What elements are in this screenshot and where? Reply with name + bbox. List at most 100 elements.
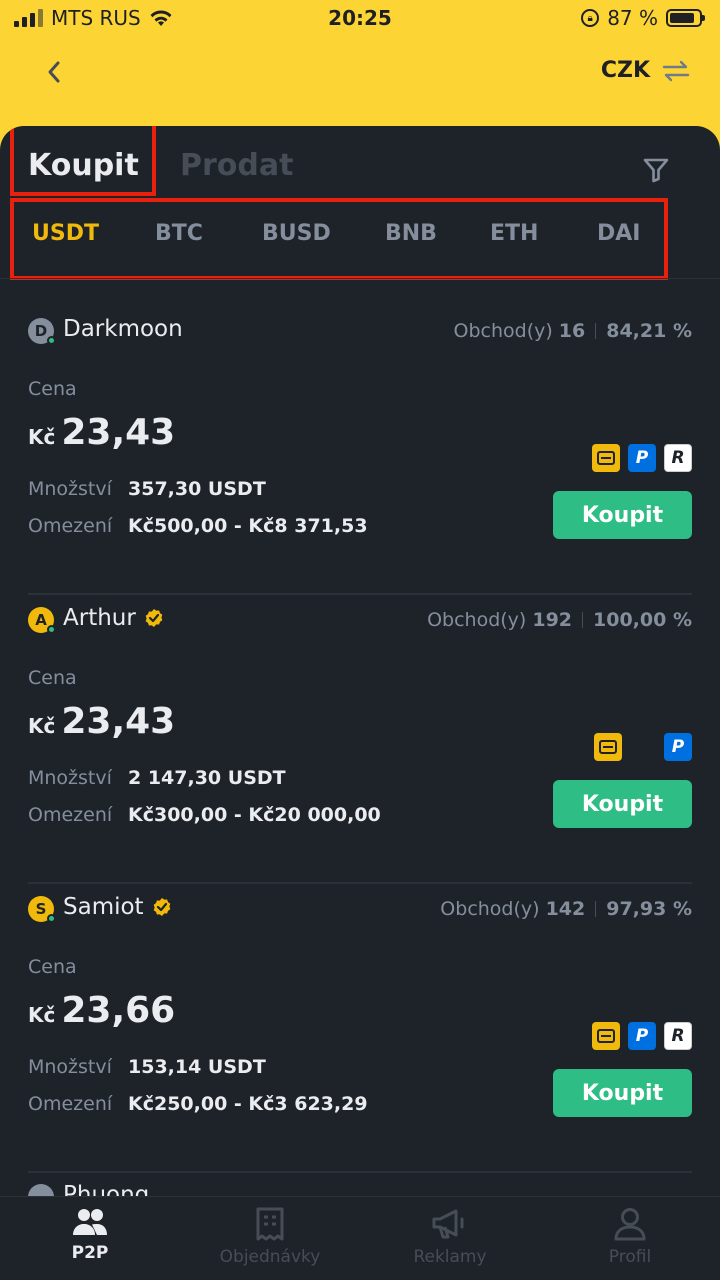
payment-methods: P <box>594 733 692 761</box>
avatar-initial: A <box>35 611 47 629</box>
revolut-icon: R <box>664 1022 692 1050</box>
buy-button[interactable]: Koupit <box>553 491 692 539</box>
nav-ads[interactable]: Reklamy <box>360 1207 540 1267</box>
limit-value: Kč250,00 - Kč3 623,29 <box>128 1093 368 1115</box>
amount-value: 153,14 USDT <box>128 1056 266 1078</box>
avatar[interactable]: A <box>28 607 56 634</box>
coin-tab-usdt[interactable]: USDT <box>32 221 99 246</box>
advertiser-stats: Obchod(y) 16 84,21 % <box>454 320 692 342</box>
amount-label: Množství <box>28 1056 112 1078</box>
bank-card-icon <box>592 444 620 472</box>
trades-count: 16 <box>558 320 586 342</box>
coin-tab-bnb[interactable]: BNB <box>385 221 437 246</box>
status-right: 🔒︎ 87 % <box>581 6 705 30</box>
advertiser-name[interactable]: Arthur <box>63 605 164 631</box>
battery-icon <box>666 9 705 27</box>
limit-value: Kč300,00 - Kč20 000,00 <box>128 804 381 826</box>
amount-row: Množství 153,14 USDT <box>28 1056 266 1078</box>
limit-label: Omezení <box>28 804 113 826</box>
chevron-left-icon <box>48 61 60 83</box>
currency-label: CZK <box>600 58 650 83</box>
trades-count: 192 <box>532 609 573 631</box>
ad-card: A Arthur Obchod(y) 192 100,00 % Cena Kč 2… <box>28 595 692 884</box>
filter-button[interactable] <box>642 156 670 188</box>
orders-icon <box>256 1207 284 1241</box>
avatar[interactable]: S <box>28 896 56 923</box>
nav-profile[interactable]: Profil <box>540 1207 720 1267</box>
amount-value: 2 147,30 USDT <box>128 767 286 789</box>
avatar-initial: S <box>35 900 47 918</box>
price-value: 23,43 <box>61 701 176 742</box>
verified-badge-icon <box>153 898 170 916</box>
amount-label: Množství <box>28 478 112 500</box>
advertiser-stats: Obchod(y) 192 100,00 % <box>427 609 692 631</box>
avatar-initial: D <box>34 322 48 340</box>
buy-button[interactable]: Koupit <box>553 1069 692 1117</box>
coin-tab-eth[interactable]: ETH <box>490 221 538 246</box>
completion-rate: 84,21 % <box>606 320 692 342</box>
coin-tab-btc[interactable]: BTC <box>155 221 203 246</box>
online-dot <box>47 914 56 923</box>
trades-count: 142 <box>545 898 586 920</box>
online-dot <box>47 625 56 634</box>
trades-label: Obchod(y) <box>440 898 540 920</box>
price-value: 23,43 <box>61 412 176 453</box>
price-label: Cena <box>28 667 77 689</box>
paypal-icon: P <box>628 444 656 472</box>
advertiser-name-text: Samiot <box>63 894 144 920</box>
price: Kč 23,43 <box>28 412 175 453</box>
price: Kč 23,66 <box>28 990 175 1031</box>
swap-icon <box>662 60 690 81</box>
status-bar: MTS RUS 20:25 🔒︎ 87 % <box>0 0 720 36</box>
megaphone-icon <box>432 1209 464 1239</box>
limit-row: Omezení Kč300,00 - Kč20 000,00 <box>28 804 381 826</box>
payment-methods: P R <box>592 444 692 472</box>
coin-tabs: USDT BTC BUSD BNB ETH DAI <box>0 221 720 265</box>
rotation-lock-icon: 🔒︎ <box>581 9 600 27</box>
filter-icon <box>643 158 669 183</box>
separator <box>595 901 597 917</box>
currency-symbol: Kč <box>28 1003 56 1027</box>
separator <box>582 612 584 628</box>
limit-row: Omezení Kč500,00 - Kč8 371,53 <box>28 515 368 537</box>
revolut-icon: R <box>664 444 692 472</box>
payment-methods: P R <box>592 1022 692 1050</box>
divider <box>28 1171 692 1173</box>
coin-tab-dai[interactable]: DAI <box>597 221 640 246</box>
limit-row: Omezení Kč250,00 - Kč3 623,29 <box>28 1093 368 1115</box>
trades-label: Obchod(y) <box>453 320 553 342</box>
limit-label: Omezení <box>28 515 113 537</box>
back-button[interactable] <box>36 54 72 90</box>
ad-card: D Darkmoon Obchod(y) 16 84,21 % Cena Kč 2… <box>28 306 692 595</box>
online-dot <box>47 336 56 345</box>
nav-orders[interactable]: Objednávky <box>180 1207 360 1267</box>
price: Kč 23,43 <box>28 701 175 742</box>
advertiser-name[interactable]: Samiot <box>63 894 172 920</box>
avatar[interactable]: D <box>28 318 56 345</box>
tab-sell[interactable]: Prodat <box>180 148 293 183</box>
verified-badge-icon <box>145 609 163 627</box>
advertiser-name[interactable]: Darkmoon <box>63 316 183 342</box>
p2p-panel: Koupit Prodat USDT BTC BUSD BNB ETH DAI … <box>0 126 720 1280</box>
amount-label: Množství <box>28 767 112 789</box>
completion-rate: 100,00 % <box>593 609 692 631</box>
bank-card-icon <box>594 733 622 761</box>
coin-tab-busd[interactable]: BUSD <box>262 221 331 246</box>
amount-row: Množství 2 147,30 USDT <box>28 767 286 789</box>
p2p-users-icon <box>73 1209 107 1235</box>
currency-switcher[interactable]: CZK <box>601 58 690 83</box>
limit-label: Omezení <box>28 1093 113 1115</box>
advertiser-name-text: Darkmoon <box>63 316 183 342</box>
divider <box>0 278 720 279</box>
advertiser-stats: Obchod(y) 142 97,93 % <box>440 898 692 920</box>
separator <box>595 323 597 339</box>
completion-rate: 97,93 % <box>606 898 692 920</box>
buy-button[interactable]: Koupit <box>553 780 692 828</box>
price-label: Cena <box>28 956 77 978</box>
highlight-box-buy-tab <box>10 126 156 196</box>
currency-symbol: Kč <box>28 425 56 449</box>
amount-value: 357,30 USDT <box>128 478 266 500</box>
nav-p2p[interactable]: P2P <box>0 1207 180 1263</box>
price-label: Cena <box>28 378 77 400</box>
trades-label: Obchod(y) <box>427 609 527 631</box>
